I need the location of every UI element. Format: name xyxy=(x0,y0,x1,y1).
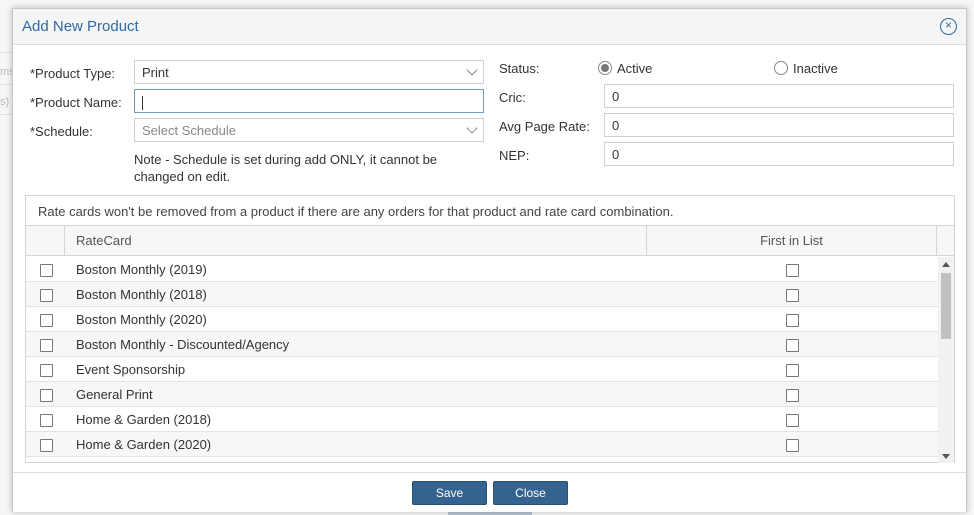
table-row[interactable]: General Print xyxy=(26,382,939,407)
chevron-down-icon xyxy=(466,64,478,76)
product-name-input[interactable] xyxy=(134,89,484,113)
scroll-up-arrow-icon[interactable] xyxy=(942,262,950,267)
cric-label: Cric: xyxy=(499,90,526,105)
row-select-checkbox[interactable] xyxy=(40,264,53,277)
first-in-list-checkbox[interactable] xyxy=(786,339,799,352)
text-caret xyxy=(142,95,143,110)
cric-value: 0 xyxy=(612,89,620,104)
avg-page-rate-value: 0 xyxy=(612,118,620,133)
scroll-down-arrow-icon[interactable] xyxy=(942,454,950,459)
ratecard-name: Home & Garden (2020) xyxy=(76,437,212,452)
nep-input[interactable]: 0 xyxy=(604,142,954,166)
first-in-list-checkbox[interactable] xyxy=(786,264,799,277)
first-in-list-checkbox[interactable] xyxy=(786,414,799,427)
product-type-label: *Product Type: xyxy=(30,66,116,81)
schedule-placeholder: Select Schedule xyxy=(142,123,236,138)
avg-page-rate-label: Avg Page Rate: xyxy=(499,119,590,134)
status-active-label: Active xyxy=(617,61,653,76)
status-active-radio[interactable] xyxy=(598,61,612,75)
grid-header: RateCard First in List xyxy=(26,226,954,256)
product-name-label: *Product Name: xyxy=(30,95,122,110)
row-select-checkbox[interactable] xyxy=(40,439,53,452)
cric-input[interactable]: 0 xyxy=(604,84,954,108)
dialog-titlebar: Add New Product × xyxy=(13,9,966,45)
nep-value: 0 xyxy=(612,147,620,162)
product-type-select[interactable]: Print xyxy=(134,60,484,84)
grid-info-message: Rate cards won't be removed from a produ… xyxy=(26,196,954,226)
bg-divider xyxy=(0,52,12,53)
row-select-checkbox[interactable] xyxy=(40,389,53,402)
scroll-thumb[interactable] xyxy=(941,273,951,339)
bg-text-fragment: s) xyxy=(0,96,10,108)
first-in-list-checkbox[interactable] xyxy=(786,439,799,452)
table-row[interactable]: Boston Monthly (2020) xyxy=(26,307,939,332)
row-select-checkbox[interactable] xyxy=(40,364,53,377)
table-row[interactable]: Boston Monthly - Discounted/Agency xyxy=(26,332,939,357)
first-in-list-column-header[interactable]: First in List xyxy=(646,226,937,255)
schedule-label: *Schedule: xyxy=(30,124,93,139)
table-row[interactable]: Home & Garden (2020) xyxy=(26,432,939,457)
bg-divider xyxy=(0,114,12,115)
schedule-note: Note - Schedule is set during add ONLY, … xyxy=(134,152,438,184)
row-select-checkbox[interactable] xyxy=(40,414,53,427)
first-in-list-checkbox[interactable] xyxy=(786,389,799,402)
nep-label: NEP: xyxy=(499,148,530,163)
product-type-value: Print xyxy=(142,65,169,80)
first-in-list-checkbox[interactable] xyxy=(786,314,799,327)
dialog-title: Add New Product xyxy=(22,18,139,35)
ratecard-name: Home & Garden (2018) xyxy=(76,412,212,427)
close-circle-icon[interactable]: × xyxy=(940,18,957,35)
grid-scrollbar[interactable] xyxy=(938,257,954,463)
ratecard-name: Boston Monthly (2020) xyxy=(76,312,207,327)
avg-page-rate-input[interactable]: 0 xyxy=(604,113,954,137)
first-in-list-checkbox[interactable] xyxy=(786,289,799,302)
select-column-header xyxy=(26,226,65,255)
table-row[interactable]: Boston Monthly (2019) xyxy=(26,257,939,282)
ratecard-name: Boston Monthly (2018) xyxy=(76,287,207,302)
table-row[interactable]: Boston Monthly (2018) xyxy=(26,282,939,307)
ratecard-grid: Rate cards won't be removed from a produ… xyxy=(25,195,955,463)
add-product-dialog: Add New Product × *Product Type: Print *… xyxy=(12,8,967,512)
schedule-select[interactable]: Select Schedule xyxy=(134,118,484,142)
row-select-checkbox[interactable] xyxy=(40,314,53,327)
chevron-down-icon xyxy=(466,122,478,134)
save-button[interactable]: Save xyxy=(412,481,487,505)
table-row[interactable]: Event Sponsorship xyxy=(26,357,939,382)
ratecard-name: Boston Monthly - Discounted/Agency xyxy=(76,337,290,352)
ratecard-name: General Print xyxy=(76,387,153,402)
grid-rows: Boston Monthly (2019) Boston Monthly (201… xyxy=(26,257,939,463)
ratecard-name: Boston Monthly (2019) xyxy=(76,262,207,277)
status-label: Status: xyxy=(499,61,540,76)
dialog-footer: Save Close xyxy=(13,472,966,512)
row-select-checkbox[interactable] xyxy=(40,289,53,302)
row-select-checkbox[interactable] xyxy=(40,339,53,352)
first-in-list-checkbox[interactable] xyxy=(786,364,799,377)
status-inactive-radio[interactable] xyxy=(774,61,788,75)
bg-divider xyxy=(0,84,12,85)
close-button[interactable]: Close xyxy=(493,481,568,505)
status-inactive-label: Inactive xyxy=(793,61,838,76)
ratecard-name: Event Sponsorship xyxy=(76,362,186,377)
ratecard-column-header[interactable]: RateCard xyxy=(76,233,132,248)
table-row[interactable]: Home & Garden (2018) xyxy=(26,407,939,432)
